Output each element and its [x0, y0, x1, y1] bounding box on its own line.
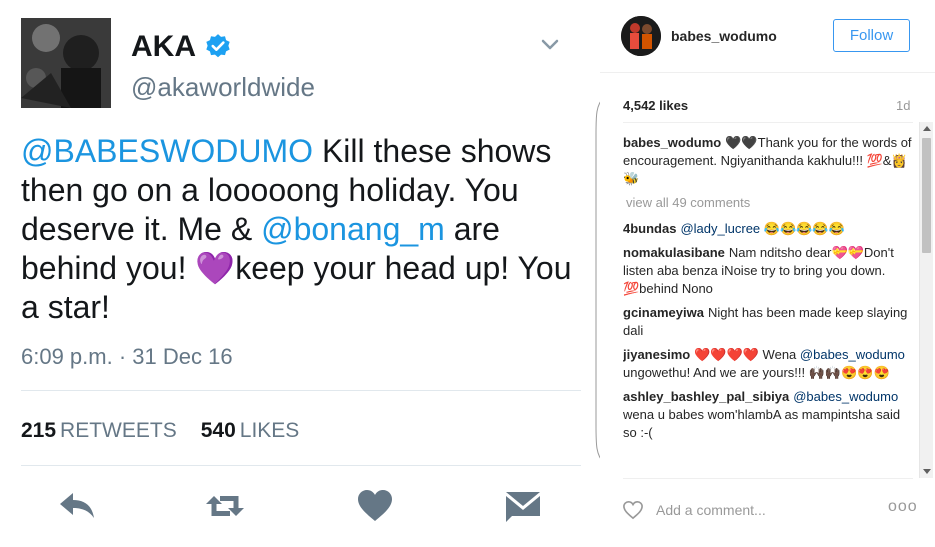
- display-name[interactable]: AKA: [131, 30, 232, 64]
- aka-avatar[interactable]: [21, 18, 111, 108]
- purple-heart-emoji: 💜: [195, 250, 236, 286]
- likes-count[interactable]: 4,542 likes: [623, 98, 688, 113]
- avatar-photo-icon: [621, 16, 661, 56]
- comment-text: wena u babes wom'hlambA as mampintsha sa…: [623, 407, 901, 440]
- scroll-up-arrow-icon[interactable]: [923, 126, 931, 131]
- comment-username[interactable]: jiyanesimo: [623, 347, 690, 362]
- comments-scrollbar[interactable]: [919, 122, 933, 478]
- retweets-stat[interactable]: 215 RETWEETS: [21, 419, 177, 443]
- comment-text: 😂😂😂😂😂: [760, 221, 845, 236]
- divider: [21, 390, 581, 391]
- comment-mention[interactable]: @lady_lucree: [680, 221, 760, 236]
- add-comment-bar: ooo: [600, 490, 935, 530]
- add-comment-input[interactable]: [656, 498, 876, 522]
- avatar-photo-icon: [21, 18, 111, 108]
- verified-icon: [206, 34, 230, 58]
- tweet-card: AKA @akaworldwide @BABESWODUMO Kill thes…: [0, 0, 600, 547]
- message-icon[interactable]: [502, 486, 544, 526]
- list-item: jiyanesimo ❤️❤️❤️❤️ Wena @babes_wodumo un…: [623, 346, 913, 382]
- comment-prefix: ❤️❤️❤️❤️ Wena: [694, 347, 800, 362]
- comment-username[interactable]: ashley_bashley_pal_sibiya: [623, 389, 789, 404]
- divider: [623, 122, 913, 123]
- scroll-down-arrow-icon[interactable]: [923, 469, 931, 474]
- retweet-icon[interactable]: [204, 486, 246, 526]
- comment-username[interactable]: gcinameyiwa: [623, 305, 704, 320]
- view-all-comments-link[interactable]: view all 49 comments: [626, 194, 913, 212]
- mention-babeswodumo[interactable]: @BABESWODUMO: [21, 133, 313, 169]
- list-item: nomakulasibane Nam nditsho dear💝💝Don't li…: [623, 244, 913, 298]
- retweets-count: 215: [21, 419, 57, 442]
- instagram-header: babes_wodumo Follow: [600, 0, 935, 72]
- likes-stat[interactable]: 540 LIKES: [201, 419, 300, 443]
- handle[interactable]: @akaworldwide: [131, 72, 315, 103]
- instagram-panel: babes_wodumo Follow 4,542 likes 1d babes…: [600, 0, 935, 547]
- display-name-text: AKA: [131, 30, 196, 63]
- caption-username[interactable]: babes_wodumo: [623, 135, 721, 150]
- list-item: ashley_bashley_pal_sibiya @babes_wodumo w…: [623, 388, 913, 442]
- comment-username[interactable]: 4bundas: [623, 221, 676, 236]
- list-item: 4bundas @lady_lucree 😂😂😂😂😂: [623, 220, 913, 238]
- comments-list: babes_wodumo 🖤🖤Thank you for the words of…: [623, 134, 913, 478]
- retweets-label: RETWEETS: [60, 419, 177, 442]
- comment-text: ungowethu! And we are yours!!! 🙌🏿🙌🏿😍😍😍: [623, 365, 890, 380]
- divider: [21, 465, 581, 466]
- divider: [600, 72, 935, 73]
- reply-icon[interactable]: [56, 486, 98, 526]
- babes-avatar[interactable]: [621, 16, 661, 56]
- likes-count: 540: [200, 419, 236, 442]
- divider: [623, 478, 913, 479]
- caption: babes_wodumo 🖤🖤Thank you for the words of…: [623, 134, 913, 188]
- scrollbar-thumb[interactable]: [922, 138, 931, 253]
- like-icon[interactable]: [354, 486, 396, 526]
- comment-mention[interactable]: @babes_wodumo: [793, 389, 898, 404]
- more-options-icon[interactable]: ooo: [888, 498, 918, 516]
- comment-username[interactable]: nomakulasibane: [623, 245, 725, 260]
- tweet-text: @BABESWODUMO Kill these shows then go on…: [21, 132, 591, 327]
- tweet-actions: [0, 486, 600, 530]
- likes-label: LIKES: [239, 419, 300, 442]
- instagram-username[interactable]: babes_wodumo: [671, 28, 777, 44]
- heart-outline-icon[interactable]: [622, 500, 644, 520]
- mention-bonang[interactable]: @bonang_m: [261, 211, 445, 247]
- post-age[interactable]: 1d: [896, 98, 910, 113]
- tweet-timestamp[interactable]: 6:09 p.m. · 31 Dec 16: [21, 344, 233, 370]
- follow-button[interactable]: Follow: [833, 19, 910, 52]
- chevron-down-icon[interactable]: [540, 38, 560, 52]
- comment-mention[interactable]: @babes_wodumo: [800, 347, 905, 362]
- tweet-stats: 215 RETWEETS 540 LIKES: [21, 419, 299, 443]
- list-item: gcinameyiwa Night has been made keep slay…: [623, 304, 913, 340]
